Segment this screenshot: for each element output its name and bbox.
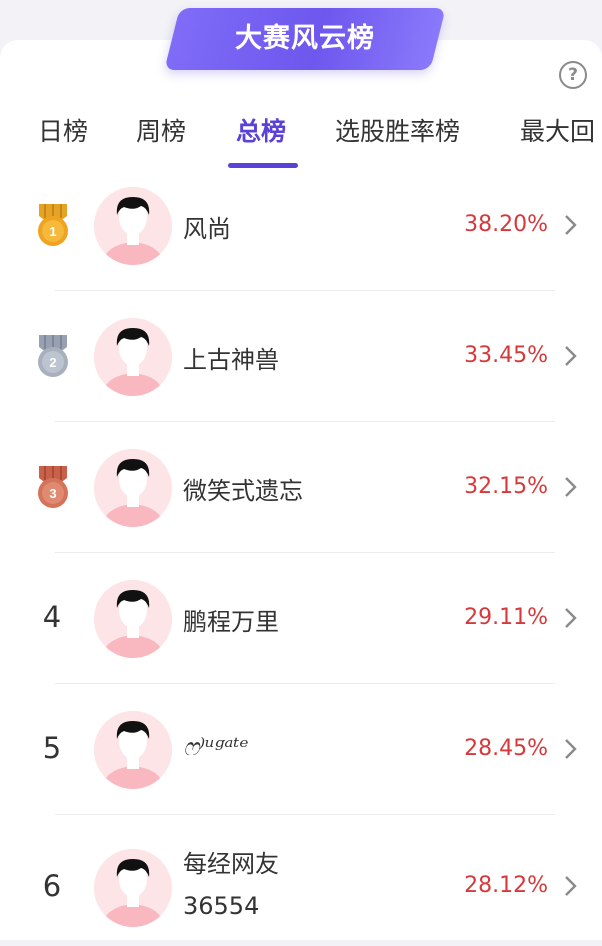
ranking-tabs: 日榜 周榜 总榜 选股胜率榜 最大回 bbox=[0, 105, 602, 175]
username: ෆ⁾ᵘᵍᵃᵗᵉ bbox=[183, 733, 249, 761]
username-line2: 36554 bbox=[183, 892, 260, 920]
chevron-right-icon bbox=[565, 739, 577, 759]
active-tab-indicator bbox=[228, 163, 298, 168]
list-item[interactable]: 2 上古神兽 33.45% bbox=[0, 291, 602, 422]
tab-daily[interactable]: 日榜 bbox=[38, 115, 88, 149]
return-rate: 32.15% bbox=[464, 474, 548, 499]
tab-stock-win-rate[interactable]: 选股胜率榜 bbox=[335, 115, 460, 149]
svg-text:1: 1 bbox=[49, 224, 56, 239]
tab-max-drawdown[interactable]: 最大回 bbox=[520, 115, 595, 149]
avatar bbox=[94, 849, 172, 927]
return-rate: 28.45% bbox=[464, 736, 548, 761]
tab-weekly[interactable]: 周榜 bbox=[136, 115, 186, 149]
list-item[interactable]: 3 微笑式遗忘 32.15% bbox=[0, 422, 602, 553]
tab-overall[interactable]: 总榜 bbox=[236, 115, 286, 149]
gold-medal-icon: 1 bbox=[38, 204, 68, 246]
leaderboard-banner: 大赛风云榜 bbox=[162, 8, 448, 72]
avatar bbox=[94, 580, 172, 658]
avatar bbox=[94, 187, 172, 265]
rank-number: 6 bbox=[42, 869, 62, 903]
chevron-right-icon bbox=[565, 215, 577, 235]
help-icon[interactable]: ? bbox=[559, 61, 587, 89]
chevron-right-icon bbox=[565, 608, 577, 628]
chevron-right-icon bbox=[565, 477, 577, 497]
chevron-right-icon bbox=[565, 876, 577, 896]
list-item[interactable]: 1 风尚 38.20% bbox=[0, 160, 602, 291]
return-rate: 28.12% bbox=[464, 873, 548, 898]
list-item[interactable]: 4 鹏程万里 29.11% bbox=[0, 553, 602, 684]
svg-text:3: 3 bbox=[49, 486, 56, 501]
avatar bbox=[94, 711, 172, 789]
avatar bbox=[94, 318, 172, 396]
banner-title: 大赛风云榜 bbox=[235, 23, 375, 54]
list-item[interactable]: 5 ෆ⁾ᵘᵍᵃᵗᵉ 28.45% bbox=[0, 684, 602, 815]
username: 上古神兽 bbox=[183, 346, 279, 374]
username: 微笑式遗忘 bbox=[183, 477, 303, 505]
bronze-medal-icon: 3 bbox=[38, 466, 68, 508]
list-item[interactable]: 6 每经网友 36554 28.12% bbox=[0, 815, 602, 946]
username-line1: 每经网友 bbox=[183, 850, 279, 878]
username: 风尚 bbox=[183, 215, 231, 243]
svg-text:2: 2 bbox=[49, 355, 56, 370]
return-rate: 33.45% bbox=[464, 343, 548, 368]
chevron-right-icon bbox=[565, 346, 577, 366]
username: 鹏程万里 bbox=[183, 608, 279, 636]
avatar bbox=[94, 449, 172, 527]
rank-number: 4 bbox=[42, 600, 62, 634]
return-rate: 29.11% bbox=[464, 605, 548, 630]
rank-number: 5 bbox=[42, 731, 62, 765]
silver-medal-icon: 2 bbox=[38, 335, 68, 377]
return-rate: 38.20% bbox=[464, 212, 548, 237]
